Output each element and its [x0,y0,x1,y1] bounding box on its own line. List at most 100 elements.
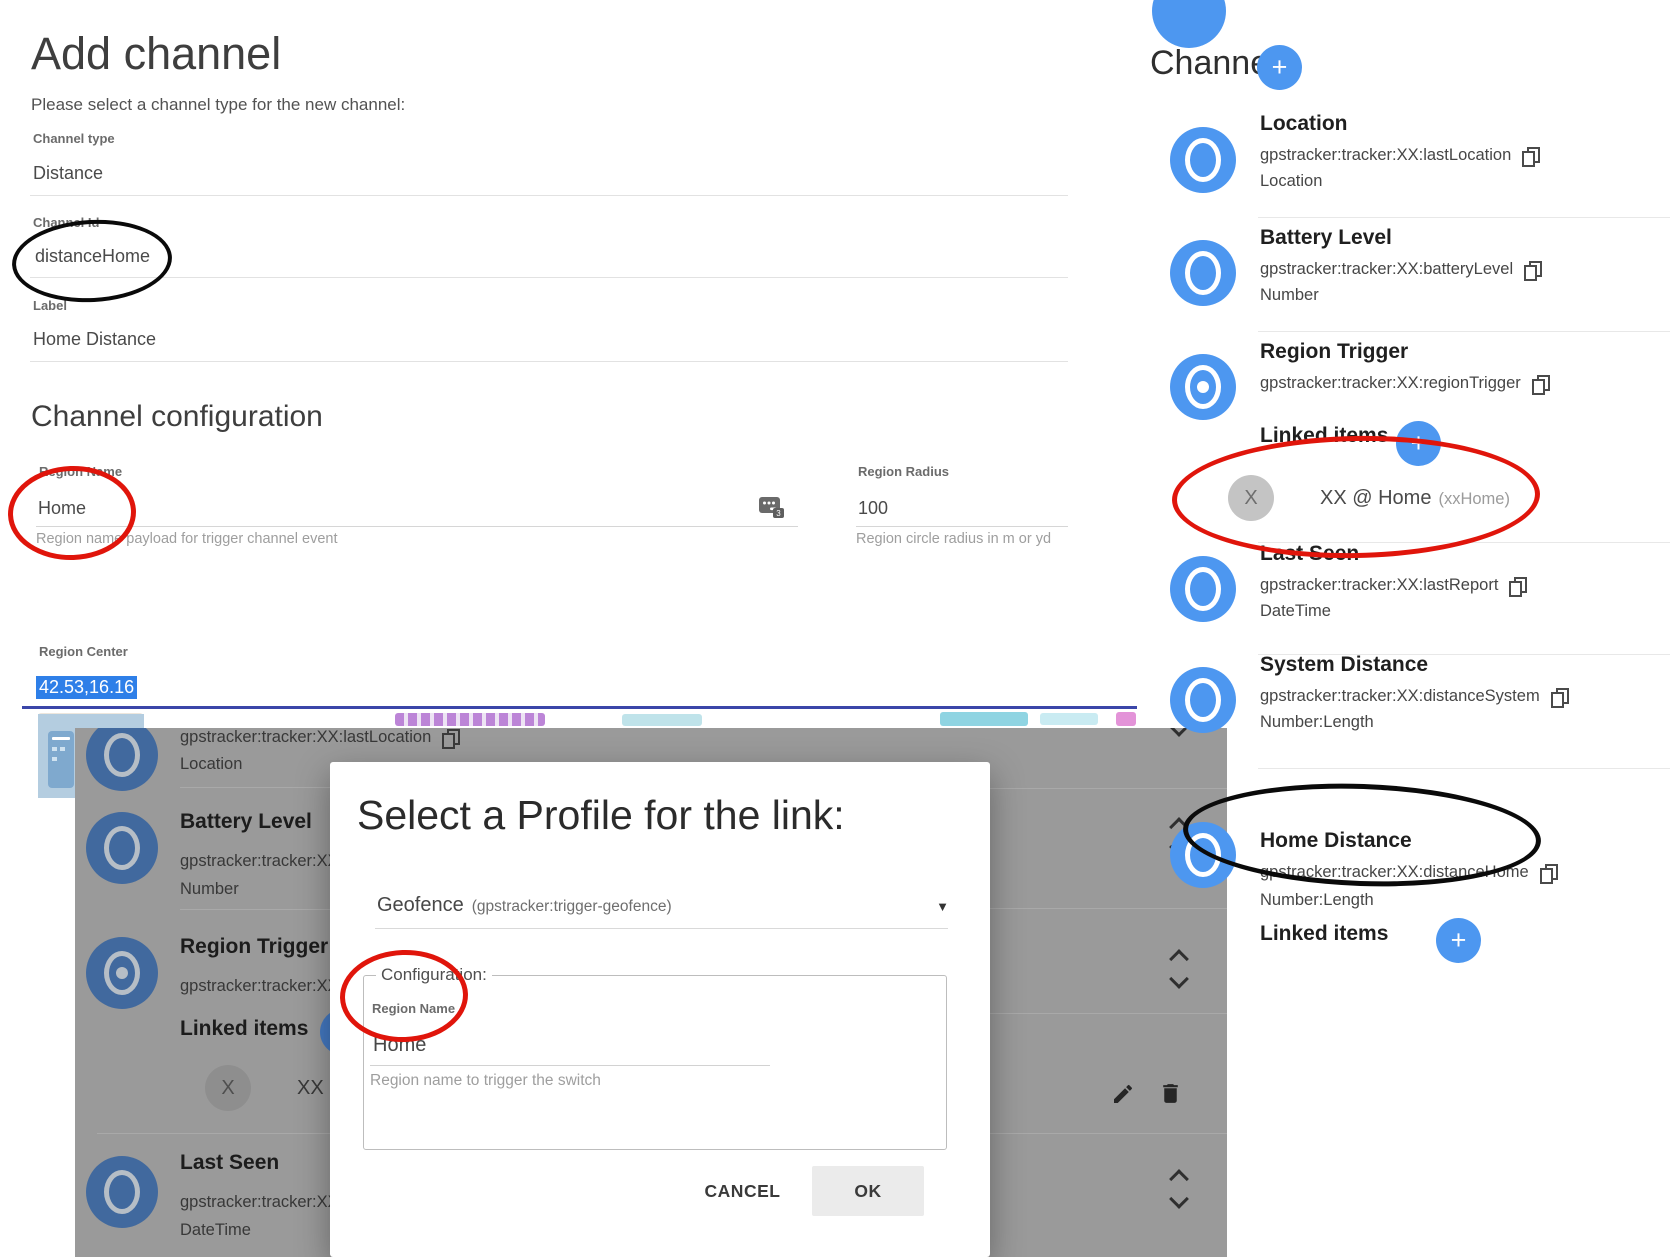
channel-title: Last Seen [1260,542,1359,566]
channel-icon [86,728,158,791]
region-name-hint: Region name payload for trigger channel … [36,531,337,547]
chevron-down-icon[interactable] [1169,1189,1189,1209]
divider [1258,217,1670,218]
circle-icon [104,1170,140,1214]
add-link-button[interactable]: + [1436,918,1481,963]
channel-id-input[interactable]: distanceHome [35,246,150,267]
region-radius-input[interactable]: 100 [858,498,888,519]
copy-icon[interactable] [1551,688,1568,706]
divider [36,526,798,527]
channel-type: DateTime [1260,602,1331,621]
channel-type-select[interactable]: Distance [33,163,103,184]
copy-icon[interactable] [1524,261,1541,279]
divider [180,909,330,910]
divider [990,1013,1227,1014]
divider [856,526,1068,527]
divider [375,928,948,929]
focused-underline [22,706,1137,709]
linked-items-header: Linked items [180,1017,308,1041]
map-sliver [1040,713,1098,725]
channel-icon [1170,240,1236,306]
copy-icon[interactable] [1532,375,1549,393]
delete-icon[interactable] [1158,1081,1183,1111]
region-center-input[interactable]: 42.53,16.16 [36,676,137,699]
profile-select-detail: (gpstracker:trigger-geofence) [472,898,672,916]
channel-title: System Distance [1260,653,1428,677]
channel-icon [1170,127,1236,193]
region-center-label: Region Center [39,644,128,659]
calculator-icon [48,731,74,788]
channel-title: Battery Level [180,810,312,834]
chevron-down-icon: ▼ [936,899,949,914]
dialog-title: Select a Profile for the link: [357,792,845,839]
channel-uid: gpstracker:tracker:XX:distanceHome [1260,863,1557,882]
section-title-channel-configuration: Channel configuration [31,400,323,434]
channel-uid: gpstracker:tracker:XX:batteryLevel [1260,260,1541,279]
channel-title: Home Distance [1260,829,1412,853]
linked-item-label: XX @ Home [1320,487,1431,509]
region-name-input[interactable]: Home [38,498,86,519]
add-link-button[interactable]: + [1396,421,1441,466]
dialog-region-name-label: Region Name [372,1001,455,1016]
copy-icon[interactable] [1522,147,1539,165]
chevron-down-icon[interactable] [1169,728,1189,737]
add-channel-button[interactable]: + [1257,45,1302,90]
chevron-up-icon[interactable] [1169,1169,1189,1189]
profile-select-value: Geofence [377,894,464,917]
profile-select[interactable]: Geofence (gpstracker:trigger-geofence) ▼ [377,894,949,917]
channel-type: Number:Length [1260,713,1374,732]
channel-title: Location [1260,112,1348,136]
item-avatar: X [1228,475,1274,521]
chevron-down-icon[interactable] [1169,969,1189,989]
linked-items-header: Linked items [1260,922,1388,946]
channel-icon [1170,822,1236,888]
channel-uid: gpstracker:tracker:XX:regionTrigger [1260,374,1549,393]
app-window: Add channel Please select a channel type… [0,0,1670,1257]
label-field-label: Label [33,298,67,313]
fieldset-legend: Configuration: [376,965,492,985]
divider [1258,768,1670,769]
chevron-up-icon[interactable] [1169,949,1189,969]
copy-icon[interactable] [442,729,459,747]
label-input[interactable]: Home Distance [33,329,156,350]
channel-type: Location [180,755,242,774]
channel-type-label: Channel type [33,131,115,146]
map-sliver [395,713,545,726]
divider [30,195,1068,196]
divider [97,1133,330,1134]
keypad-icon[interactable]: 3 [758,494,786,525]
channel-type: DateTime [180,1221,251,1240]
map-sliver [622,714,702,726]
map-sliver [940,712,1028,726]
divider [990,788,1227,789]
linked-item-detail: (xxHome) [1438,490,1510,508]
channel-icon [1170,667,1236,733]
cancel-button[interactable]: CANCEL [685,1169,800,1213]
divider [990,908,1227,909]
channel-id-label: Channel Id [33,215,99,230]
radio-icon [1185,365,1221,409]
dialog-region-name-input[interactable]: Home [373,1034,426,1057]
channel-title: Battery Level [1260,226,1392,250]
channel-icon [1170,556,1236,622]
channel-icon [86,1156,158,1228]
copy-icon[interactable] [1509,577,1526,595]
channel-icon [86,937,158,1009]
divider [30,277,1068,278]
linked-item[interactable]: XX @ Home (xxHome) [1320,487,1510,510]
channel-uid: gpstracker:tracker:XX:lastReport [1260,576,1526,595]
channel-icon [1170,354,1236,420]
channel-type: Number [1260,286,1319,305]
edit-icon[interactable] [1111,1082,1135,1111]
divider [990,1133,1227,1134]
ok-button[interactable]: OK [812,1166,924,1216]
linked-items-header: Linked items [1260,424,1388,448]
channel-type: Number:Length [1260,891,1374,910]
channel-type: Location [1260,172,1322,191]
profile-dialog: Select a Profile for the link: Geofence … [330,762,990,1257]
thing-avatar [1152,0,1226,48]
circle-icon [1185,678,1221,722]
divider [30,361,1068,362]
copy-icon[interactable] [1540,864,1557,882]
circle-icon [1185,567,1221,611]
